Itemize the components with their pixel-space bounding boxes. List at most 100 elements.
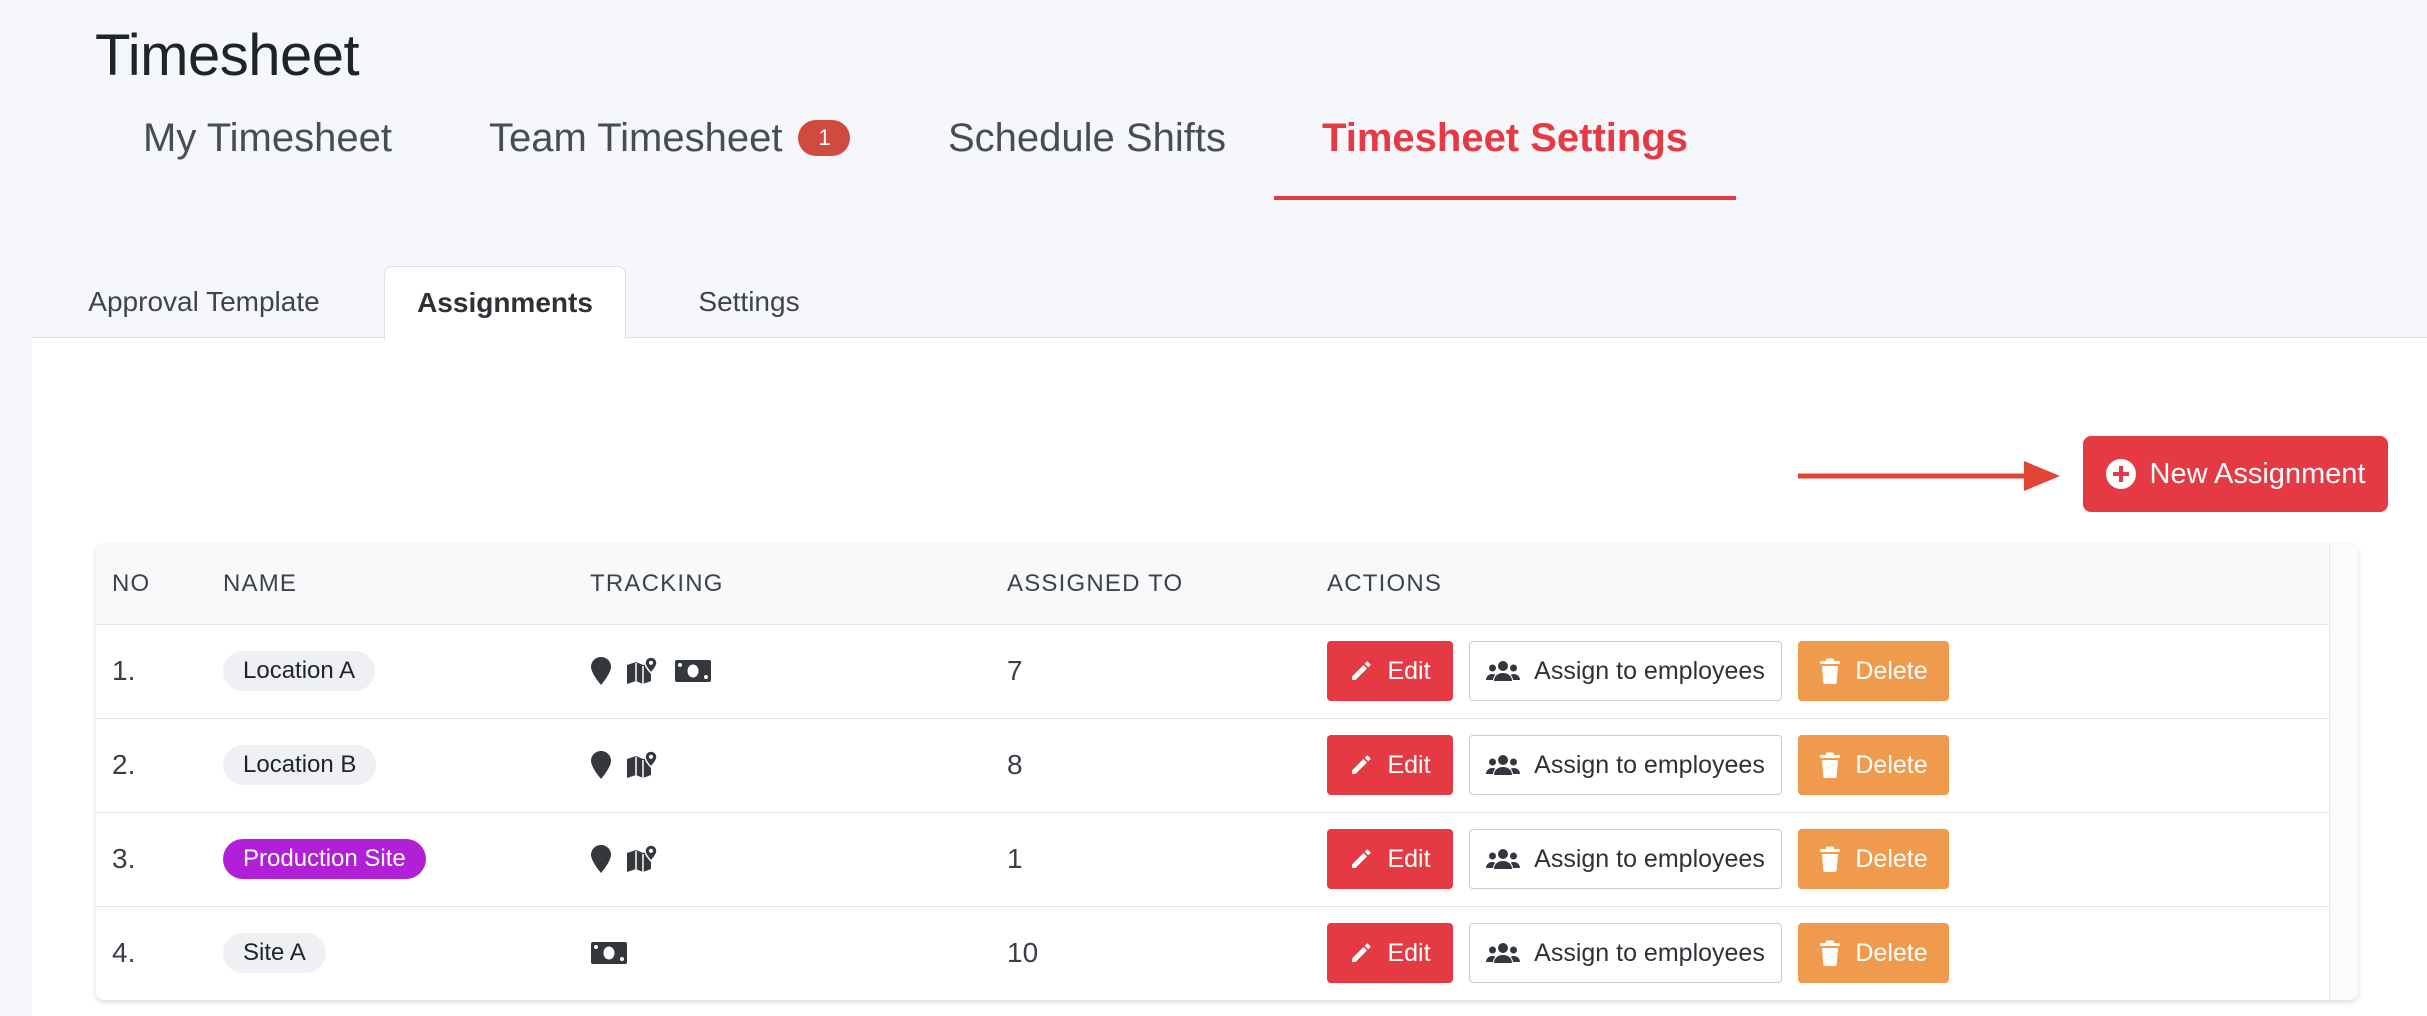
- assign-to-employees-button[interactable]: Assign to employees: [1469, 735, 1782, 795]
- subtab-assignments[interactable]: Assignments: [384, 266, 626, 340]
- trash-icon: [1819, 752, 1841, 778]
- tracking-icons: [590, 812, 660, 906]
- new-assignment-button[interactable]: New Assignment: [2083, 436, 2388, 512]
- subtab-approval-template[interactable]: Approval Template: [84, 266, 324, 338]
- location-pin-icon: [590, 656, 612, 686]
- assign-to-employees-button[interactable]: Assign to employees: [1469, 641, 1782, 701]
- active-tab-indicator: [1274, 196, 1737, 200]
- users-icon: [1486, 847, 1521, 871]
- name-cell: Production Site: [223, 812, 426, 906]
- table-header: NO NAME TRACKING ASSIGNED TO ACTIONS: [96, 544, 2330, 625]
- trash-icon: [1819, 940, 1841, 966]
- subtab-label: Assignments: [417, 287, 593, 318]
- assignment-name-pill: Production Site: [223, 839, 426, 879]
- column-header-actions: ACTIONS: [1327, 570, 1443, 597]
- users-icon: [1486, 941, 1521, 965]
- delete-button[interactable]: Delete: [1798, 923, 1949, 983]
- edit-button[interactable]: Edit: [1327, 829, 1453, 889]
- edit-label: Edit: [1387, 750, 1431, 779]
- assign-to-employees-button[interactable]: Assign to employees: [1469, 923, 1782, 983]
- pencil-icon: [1349, 941, 1373, 965]
- assigned-count: 7: [1007, 655, 1023, 686]
- tab-schedule-shifts[interactable]: Schedule Shifts: [948, 108, 1226, 200]
- delete-button[interactable]: Delete: [1798, 735, 1949, 795]
- assign-label: Assign to employees: [1534, 656, 1765, 685]
- row-actions: Edit Assign to employees Delete: [1327, 812, 1949, 906]
- money-icon: [674, 658, 712, 684]
- tracking-icons: [590, 624, 712, 718]
- assigned-count: 10: [1007, 937, 1039, 968]
- row-actions: Edit Assign to employees Delete: [1327, 624, 1949, 718]
- users-icon: [1486, 659, 1521, 683]
- location-pin-icon: [590, 844, 612, 874]
- row-number: 4.: [112, 937, 136, 968]
- name-cell: Location B: [223, 718, 377, 812]
- assigned-count: 1: [1007, 843, 1023, 874]
- delete-label: Delete: [1855, 938, 1928, 967]
- page-title: Timesheet: [95, 23, 360, 88]
- delete-label: Delete: [1855, 656, 1928, 685]
- row-number: 1.: [112, 655, 136, 686]
- tracking-icons: [590, 718, 660, 812]
- map-icon: [626, 844, 660, 874]
- tab-label: My Timesheet: [143, 116, 392, 160]
- edit-label: Edit: [1387, 938, 1431, 967]
- edit-button[interactable]: Edit: [1327, 735, 1453, 795]
- subtab-label: Settings: [698, 286, 800, 317]
- pending-count-badge: 1: [798, 120, 851, 157]
- name-cell: Location A: [223, 624, 376, 718]
- column-header-name: NAME: [223, 570, 298, 597]
- tab-timesheet-settings[interactable]: Timesheet Settings: [1274, 108, 1737, 200]
- sub-tabs: Approval Template Assignments Settings: [32, 266, 2427, 340]
- edit-label: Edit: [1387, 844, 1431, 873]
- table-row: 3. Production Site 1 Edit Assign to employee…: [96, 812, 2330, 907]
- table-row: 4. Site A 10 Edit Assign to employees Delete: [96, 906, 2330, 1000]
- row-actions: Edit Assign to employees Delete: [1327, 906, 1949, 1000]
- row-number: 2.: [112, 749, 136, 780]
- delete-label: Delete: [1855, 844, 1928, 873]
- row-actions: Edit Assign to employees Delete: [1327, 718, 1949, 812]
- tab-label: Schedule Shifts: [948, 116, 1226, 160]
- pencil-icon: [1349, 847, 1373, 871]
- edit-button[interactable]: Edit: [1327, 641, 1453, 701]
- table-scrollbar[interactable]: [2329, 544, 2358, 1000]
- money-icon: [590, 940, 628, 966]
- trash-icon: [1819, 658, 1841, 684]
- pencil-icon: [1349, 753, 1373, 777]
- trash-icon: [1819, 846, 1841, 872]
- map-icon: [626, 750, 660, 780]
- users-icon: [1486, 753, 1521, 777]
- plus-circle-icon: [2105, 459, 2136, 489]
- location-pin-icon: [590, 750, 612, 780]
- edit-button[interactable]: Edit: [1327, 923, 1453, 983]
- new-assignment-label: New Assignment: [2149, 457, 2366, 490]
- tab-label: Timesheet Settings: [1322, 116, 1689, 160]
- tracking-icons: [590, 906, 628, 1000]
- assignment-name-pill: Location A: [223, 651, 376, 691]
- assignment-name-pill: Location B: [223, 745, 377, 785]
- assign-label: Assign to employees: [1534, 938, 1765, 967]
- delete-button[interactable]: Delete: [1798, 829, 1949, 889]
- column-header-tracking: TRACKING: [590, 570, 724, 597]
- map-icon: [626, 656, 660, 686]
- pencil-icon: [1349, 659, 1373, 683]
- assign-label: Assign to employees: [1534, 750, 1765, 779]
- assignments-table: NO NAME TRACKING ASSIGNED TO ACTIONS 1. L…: [96, 544, 2358, 1000]
- table-row: 2. Location B 8 Edit Assign to employees Dele…: [96, 718, 2330, 813]
- subtab-label: Approval Template: [88, 286, 320, 317]
- assign-to-employees-button[interactable]: Assign to employees: [1469, 829, 1782, 889]
- subtab-settings[interactable]: Settings: [659, 266, 839, 338]
- row-number: 3.: [112, 843, 136, 874]
- assignment-name-pill: Site A: [223, 933, 326, 973]
- tab-my-timesheet[interactable]: My Timesheet: [143, 108, 392, 200]
- edit-label: Edit: [1387, 656, 1431, 685]
- assign-label: Assign to employees: [1534, 844, 1765, 873]
- table-row: 1. Location A 7 Edit Assign to employees Dele…: [96, 624, 2330, 719]
- name-cell: Site A: [223, 906, 326, 1000]
- tab-label: Team Timesheet: [489, 116, 783, 160]
- arrow-annotation-icon: [1798, 461, 2060, 491]
- delete-button[interactable]: Delete: [1798, 641, 1949, 701]
- column-header-no: NO: [112, 570, 151, 597]
- column-header-assigned-to: ASSIGNED TO: [1007, 570, 1184, 597]
- tab-team-timesheet[interactable]: Team Timesheet 1: [489, 108, 851, 200]
